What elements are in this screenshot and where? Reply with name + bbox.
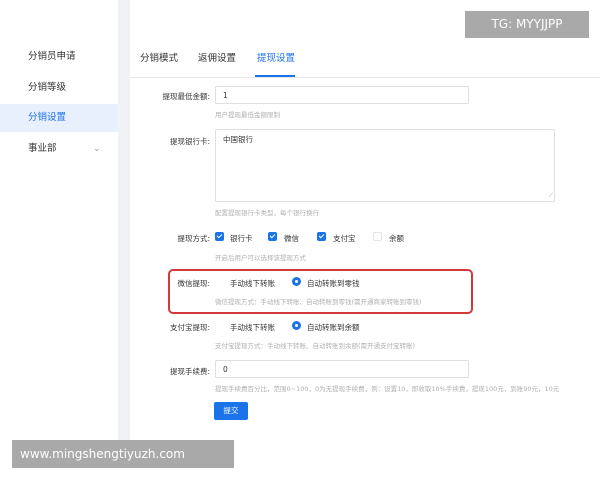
radio-alipay-auto[interactable] xyxy=(292,321,301,330)
methods-label: 提现方式: xyxy=(177,234,210,243)
fee-hint: 提现手续费百分比，范围0~100，0为无提现手续费，例：设置10，即收取10%手… xyxy=(215,385,560,393)
layout-gutter xyxy=(118,0,130,440)
min-amount-input[interactable]: 1 xyxy=(215,86,469,104)
bank-card-textarea[interactable]: 中国银行 ⟋ xyxy=(215,129,555,202)
sidebar-item-distributor-application[interactable]: 分销员申请 xyxy=(0,43,118,71)
sidebar-item-label: 分销设置 xyxy=(28,112,67,123)
tab-distribution-mode[interactable]: 分销模式 xyxy=(140,50,178,64)
bank-card-value: 中国银行 xyxy=(223,135,253,144)
radio-wechat-manual[interactable] xyxy=(215,277,224,286)
option-wechat-manual-label: 手动线下转账 xyxy=(230,279,275,288)
resize-handle-icon[interactable]: ⟋ xyxy=(549,192,553,200)
option-wechat-auto-label: 自动转账到零钱 xyxy=(307,279,360,288)
sidebar-item-label: 分销员申请 xyxy=(28,51,76,62)
alipay-hint: 支付宝提现方式：手动线下转账、自动转账到余额(需开通支付宝转账) xyxy=(215,342,416,350)
sidebar-item-distribution-settings[interactable]: 分销设置 xyxy=(0,104,118,132)
active-tab-indicator xyxy=(255,75,295,77)
sidebar-item-label: 分销等级 xyxy=(28,82,67,93)
bank-card-label: 提现银行卡: xyxy=(169,137,210,146)
tab-bar: 分销模式 返佣设置 提现设置 xyxy=(130,38,600,78)
option-alipay-auto-label: 自动转账到余额 xyxy=(307,323,360,332)
checkbox-balance[interactable] xyxy=(373,232,382,241)
wechat-hint: 微信提现方式：手动线下转账、自动转账到零钱(需开通商家转账到零钱) xyxy=(215,298,422,306)
radio-alipay-manual[interactable] xyxy=(215,321,224,330)
wechat-label: 微信提现: xyxy=(177,279,210,288)
methods-hint: 开启后用户可以选择该提现方式 xyxy=(215,254,306,262)
option-balance-label: 余额 xyxy=(389,234,404,243)
wechat-highlight-box xyxy=(168,269,473,314)
option-alipay-label: 支付宝 xyxy=(333,234,356,243)
fee-label: 提现手续费: xyxy=(169,367,210,376)
sidebar-item-distribution-level[interactable]: 分销等级 xyxy=(0,74,118,102)
sidebar: 分销员申请 分销等级 分销设置 事业部 ⌄ xyxy=(0,0,118,480)
watermark-tag: TG: MYYJJPP xyxy=(465,11,589,38)
radio-wechat-auto[interactable] xyxy=(292,277,301,286)
chevron-down-icon: ⌄ xyxy=(93,144,101,154)
bank-card-hint: 配置提现银行卡类型，每个银行换行 xyxy=(215,209,319,217)
sidebar-item-label: 事业部 xyxy=(28,143,57,154)
min-amount-label: 提现最低金额: xyxy=(162,92,210,101)
submit-button[interactable]: 提交 xyxy=(214,402,248,420)
checkbox-bank-card[interactable] xyxy=(215,232,224,241)
min-amount-hint: 用户提现最低金额限制 xyxy=(215,111,280,119)
option-alipay-manual-label: 手动线下转账 xyxy=(230,323,275,332)
sidebar-item-business-unit[interactable]: 事业部 ⌄ xyxy=(0,135,118,163)
fee-input[interactable]: 0 xyxy=(215,360,469,378)
alipay-label: 支付宝提现: xyxy=(169,323,210,332)
watermark-url: www.mingshengtiyuzh.com xyxy=(12,440,234,468)
tab-withdrawal-settings[interactable]: 提现设置 xyxy=(257,50,295,64)
option-wechat-label: 微信 xyxy=(284,234,299,243)
option-bank-card-label: 银行卡 xyxy=(230,234,253,243)
checkbox-wechat[interactable] xyxy=(268,232,277,241)
tab-commission-settings[interactable]: 返佣设置 xyxy=(198,50,236,64)
checkbox-alipay[interactable] xyxy=(317,232,326,241)
